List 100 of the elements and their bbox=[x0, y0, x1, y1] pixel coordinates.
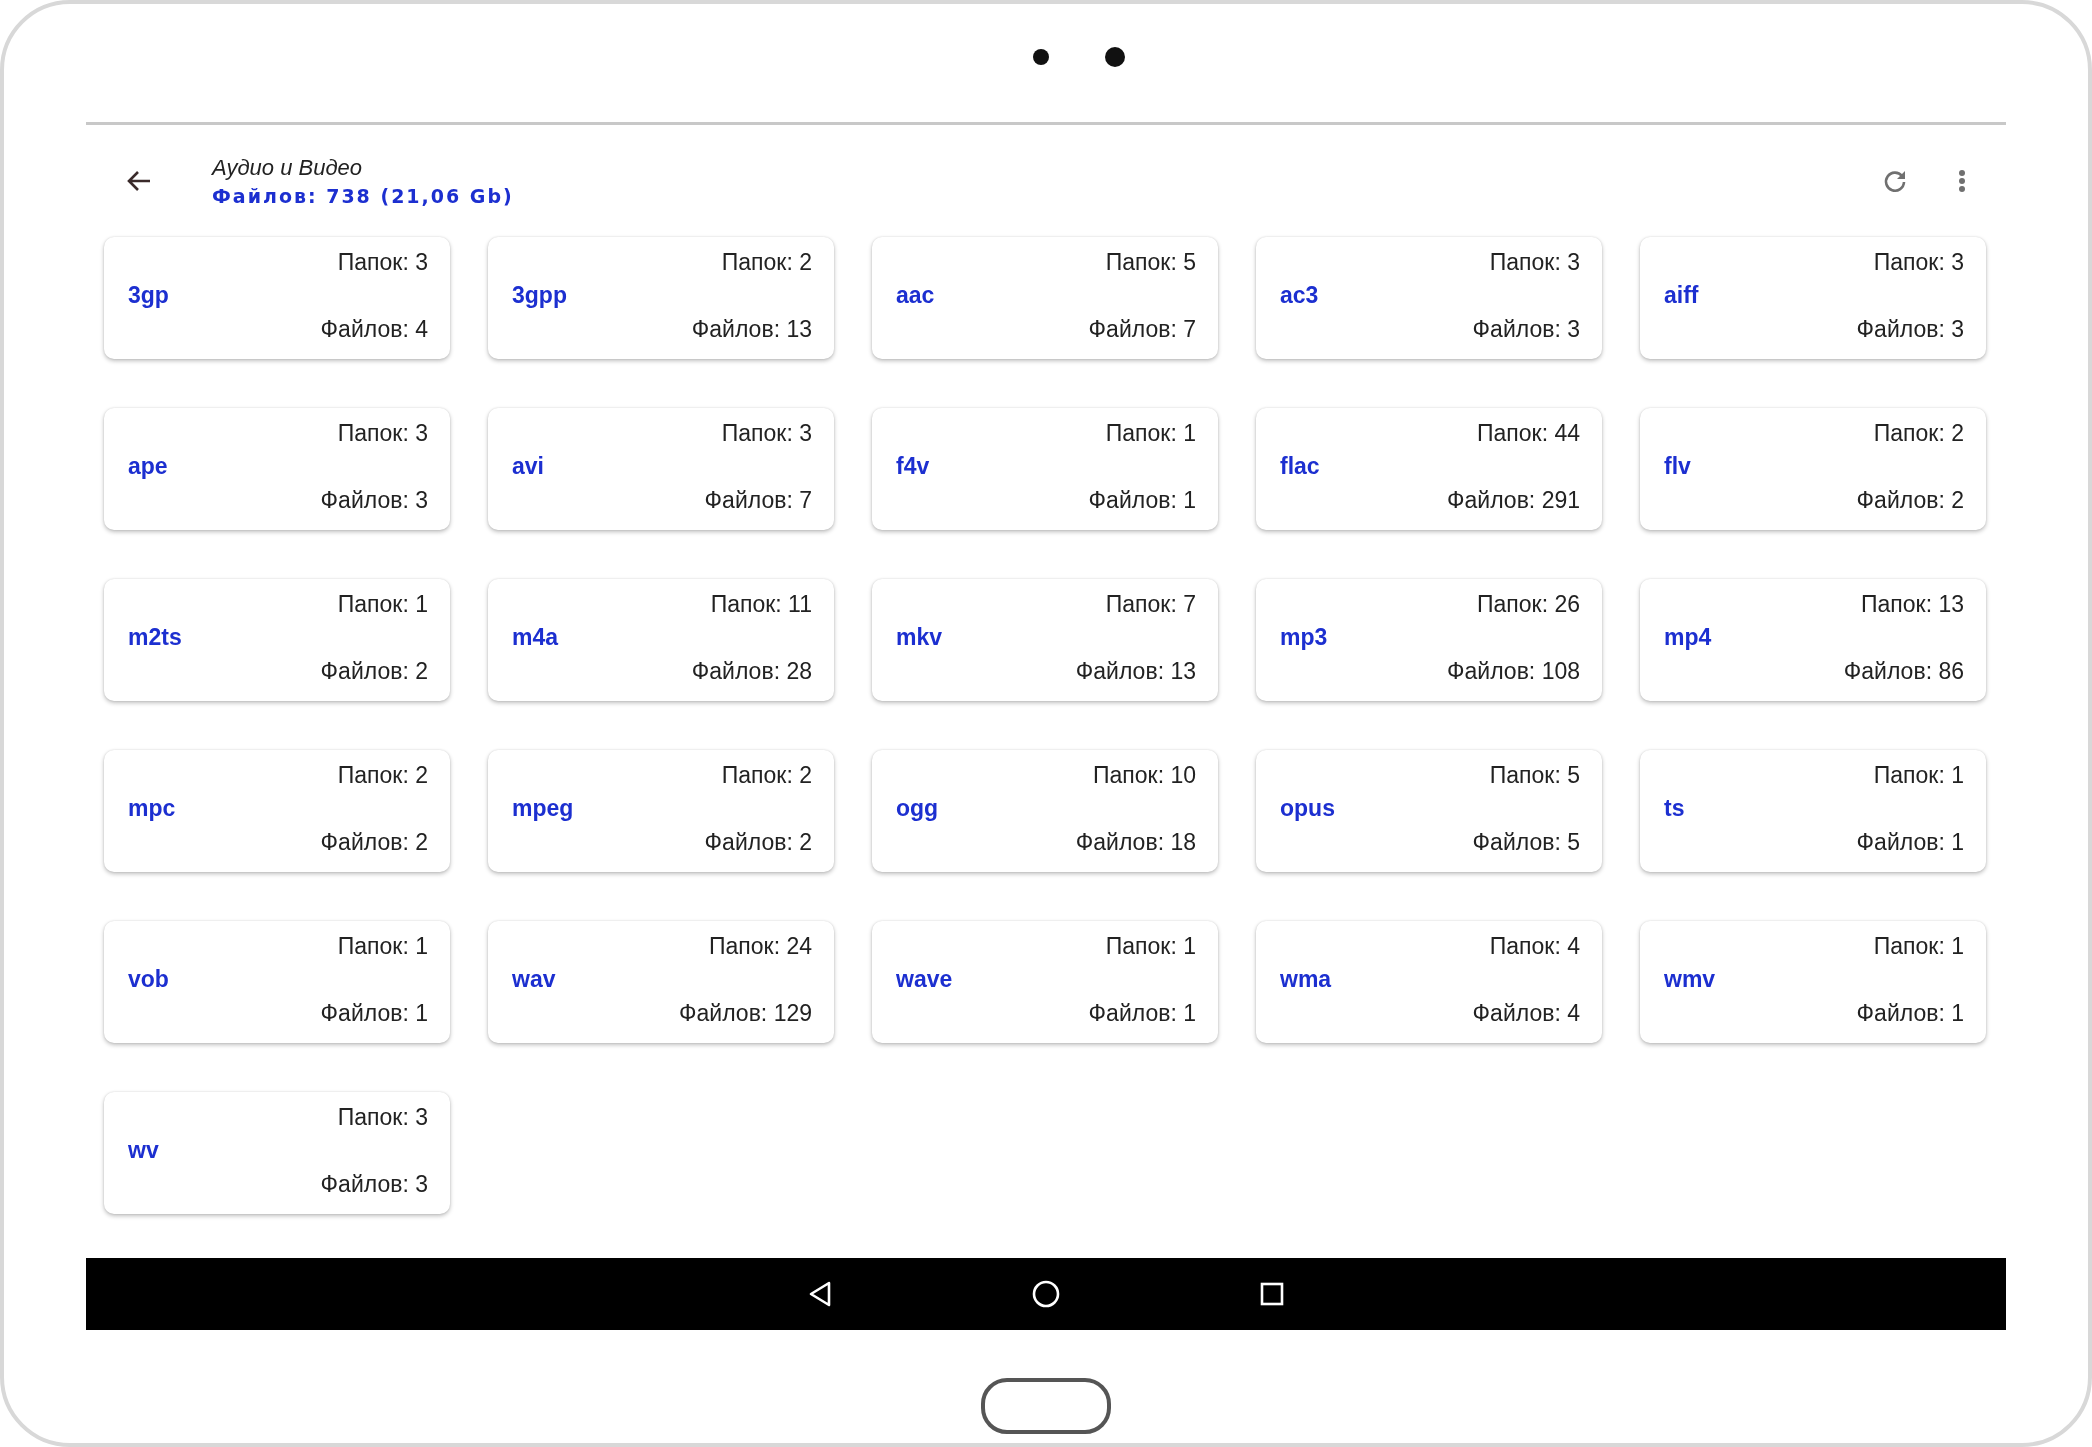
format-name: ts bbox=[1664, 795, 1686, 824]
format-name: avi bbox=[512, 453, 545, 482]
folder-count: Папок: 11 bbox=[710, 591, 812, 619]
format-name: f4v bbox=[896, 453, 931, 482]
folder-count: Папок: 2 bbox=[1873, 420, 1964, 448]
file-count: Файлов: 3 bbox=[320, 486, 428, 515]
format-name: wmv bbox=[1664, 966, 1717, 995]
format-name: m2ts bbox=[128, 624, 183, 653]
file-count: Файлов: 291 bbox=[1447, 486, 1580, 515]
folder-count: Папок: 26 bbox=[1477, 591, 1580, 619]
format-name: wav bbox=[512, 966, 557, 995]
format-card[interactable]: Папок: 4 wma Файлов: 4 bbox=[1256, 921, 1602, 1043]
format-card[interactable]: Папок: 5 opus Файлов: 5 bbox=[1256, 750, 1602, 872]
format-card[interactable]: Папок: 1 wmv Файлов: 1 bbox=[1640, 921, 1986, 1043]
file-count: Файлов: 4 bbox=[1472, 999, 1580, 1028]
format-card[interactable]: Папок: 13 mp4 Файлов: 86 bbox=[1640, 579, 1986, 701]
file-count: Файлов: 2 bbox=[320, 657, 428, 686]
folder-count: Папок: 10 bbox=[1093, 762, 1196, 790]
folder-count: Папок: 3 bbox=[337, 249, 428, 277]
format-name: aiff bbox=[1664, 282, 1700, 311]
file-count: Файлов: 3 bbox=[320, 1170, 428, 1199]
folder-count: Папок: 3 bbox=[337, 420, 428, 448]
more-options-icon[interactable] bbox=[1958, 169, 1966, 193]
format-card[interactable]: Папок: 2 3gpp Файлов: 13 bbox=[488, 237, 834, 359]
folder-count: Папок: 7 bbox=[1105, 591, 1196, 619]
folder-count: Папок: 24 bbox=[709, 933, 812, 961]
file-count: Файлов: 2 bbox=[320, 828, 428, 857]
folder-count: Папок: 1 bbox=[337, 591, 428, 619]
format-card[interactable]: Папок: 7 mkv Файлов: 13 bbox=[872, 579, 1218, 701]
format-card[interactable]: Папок: 2 mpc Файлов: 2 bbox=[104, 750, 450, 872]
format-name: flac bbox=[1280, 453, 1321, 482]
folder-count: Папок: 2 bbox=[721, 762, 812, 790]
folder-count: Папок: 3 bbox=[1873, 249, 1964, 277]
format-name: wma bbox=[1280, 966, 1333, 995]
format-card[interactable]: Папок: 1 vob Файлов: 1 bbox=[104, 921, 450, 1043]
file-count: Файлов: 28 bbox=[691, 657, 812, 686]
format-card[interactable]: Папок: 3 ape Файлов: 3 bbox=[104, 408, 450, 530]
format-card[interactable]: Папок: 3 ac3 Файлов: 3 bbox=[1256, 237, 1602, 359]
format-card[interactable]: Папок: 1 m2ts Файлов: 2 bbox=[104, 579, 450, 701]
format-card[interactable]: Папок: 1 ts Файлов: 1 bbox=[1640, 750, 1986, 872]
format-name: mp4 bbox=[1664, 624, 1713, 653]
folder-count: Папок: 3 bbox=[337, 1104, 428, 1132]
format-card[interactable]: Папок: 3 3gp Файлов: 4 bbox=[104, 237, 450, 359]
format-name: mp3 bbox=[1280, 624, 1329, 653]
format-name: aac bbox=[896, 282, 936, 311]
format-card[interactable]: Папок: 1 wave Файлов: 1 bbox=[872, 921, 1218, 1043]
format-name: wv bbox=[128, 1137, 160, 1166]
file-count: Файлов: 1 bbox=[1856, 828, 1964, 857]
format-name: mkv bbox=[896, 624, 944, 653]
folder-count: Папок: 2 bbox=[337, 762, 428, 790]
format-name: ape bbox=[128, 453, 169, 482]
back-arrow-icon[interactable] bbox=[126, 169, 152, 193]
folder-count: Папок: 44 bbox=[1477, 420, 1580, 448]
format-name: vob bbox=[128, 966, 170, 995]
format-name: 3gpp bbox=[512, 282, 568, 311]
camera-dot-icon bbox=[1105, 47, 1125, 67]
format-card[interactable]: Папок: 3 wv Файлов: 3 bbox=[104, 1092, 450, 1214]
format-name: ogg bbox=[896, 795, 940, 824]
format-name: opus bbox=[1280, 795, 1336, 824]
file-count: Файлов: 129 bbox=[679, 999, 812, 1028]
file-count: Файлов: 86 bbox=[1843, 657, 1964, 686]
format-name: mpc bbox=[128, 795, 177, 824]
format-name: ac3 bbox=[1280, 282, 1320, 311]
folder-count: Папок: 13 bbox=[1861, 591, 1964, 619]
recents-square-icon[interactable] bbox=[1260, 1282, 1284, 1306]
format-name: wave bbox=[896, 966, 954, 995]
folder-count: Папок: 5 bbox=[1105, 249, 1196, 277]
refresh-icon[interactable] bbox=[1882, 168, 1908, 194]
format-card[interactable]: Папок: 44 flac Файлов: 291 bbox=[1256, 408, 1602, 530]
file-count: Файлов: 4 bbox=[320, 315, 428, 344]
file-count: Файлов: 1 bbox=[320, 999, 428, 1028]
back-triangle-icon[interactable] bbox=[808, 1281, 832, 1307]
file-count: Файлов: 108 bbox=[1447, 657, 1580, 686]
format-card[interactable]: Папок: 5 aac Файлов: 7 bbox=[872, 237, 1218, 359]
file-count: Файлов: 13 bbox=[691, 315, 812, 344]
format-card[interactable]: Папок: 2 flv Файлов: 2 bbox=[1640, 408, 1986, 530]
folder-count: Папок: 3 bbox=[1489, 249, 1580, 277]
screen-title: Аудио и Видео bbox=[212, 155, 364, 181]
file-count: Файлов: 18 bbox=[1075, 828, 1196, 857]
folder-count: Папок: 1 bbox=[337, 933, 428, 961]
home-button[interactable] bbox=[981, 1378, 1111, 1434]
format-card[interactable]: Папок: 3 aiff Файлов: 3 bbox=[1640, 237, 1986, 359]
folder-count: Папок: 2 bbox=[721, 249, 812, 277]
format-card[interactable]: Папок: 11 m4a Файлов: 28 bbox=[488, 579, 834, 701]
folder-count: Папок: 1 bbox=[1873, 762, 1964, 790]
format-card[interactable]: Папок: 3 avi Файлов: 7 bbox=[488, 408, 834, 530]
file-count: Файлов: 7 bbox=[704, 486, 812, 515]
folder-count: Папок: 1 bbox=[1105, 933, 1196, 961]
home-circle-icon[interactable] bbox=[1032, 1280, 1060, 1308]
format-card[interactable]: Папок: 26 mp3 Файлов: 108 bbox=[1256, 579, 1602, 701]
folder-count: Папок: 5 bbox=[1489, 762, 1580, 790]
format-card[interactable]: Папок: 10 ogg Файлов: 18 bbox=[872, 750, 1218, 872]
camera-dot-icon bbox=[1033, 49, 1049, 65]
format-card[interactable]: Папок: 24 wav Файлов: 129 bbox=[488, 921, 834, 1043]
file-count: Файлов: 1 bbox=[1088, 999, 1196, 1028]
format-card[interactable]: Папок: 1 f4v Файлов: 1 bbox=[872, 408, 1218, 530]
file-count: Файлов: 3 bbox=[1472, 315, 1580, 344]
format-card[interactable]: Папок: 2 mpeg Файлов: 2 bbox=[488, 750, 834, 872]
format-name: mpeg bbox=[512, 795, 575, 824]
format-name: flv bbox=[1664, 453, 1692, 482]
